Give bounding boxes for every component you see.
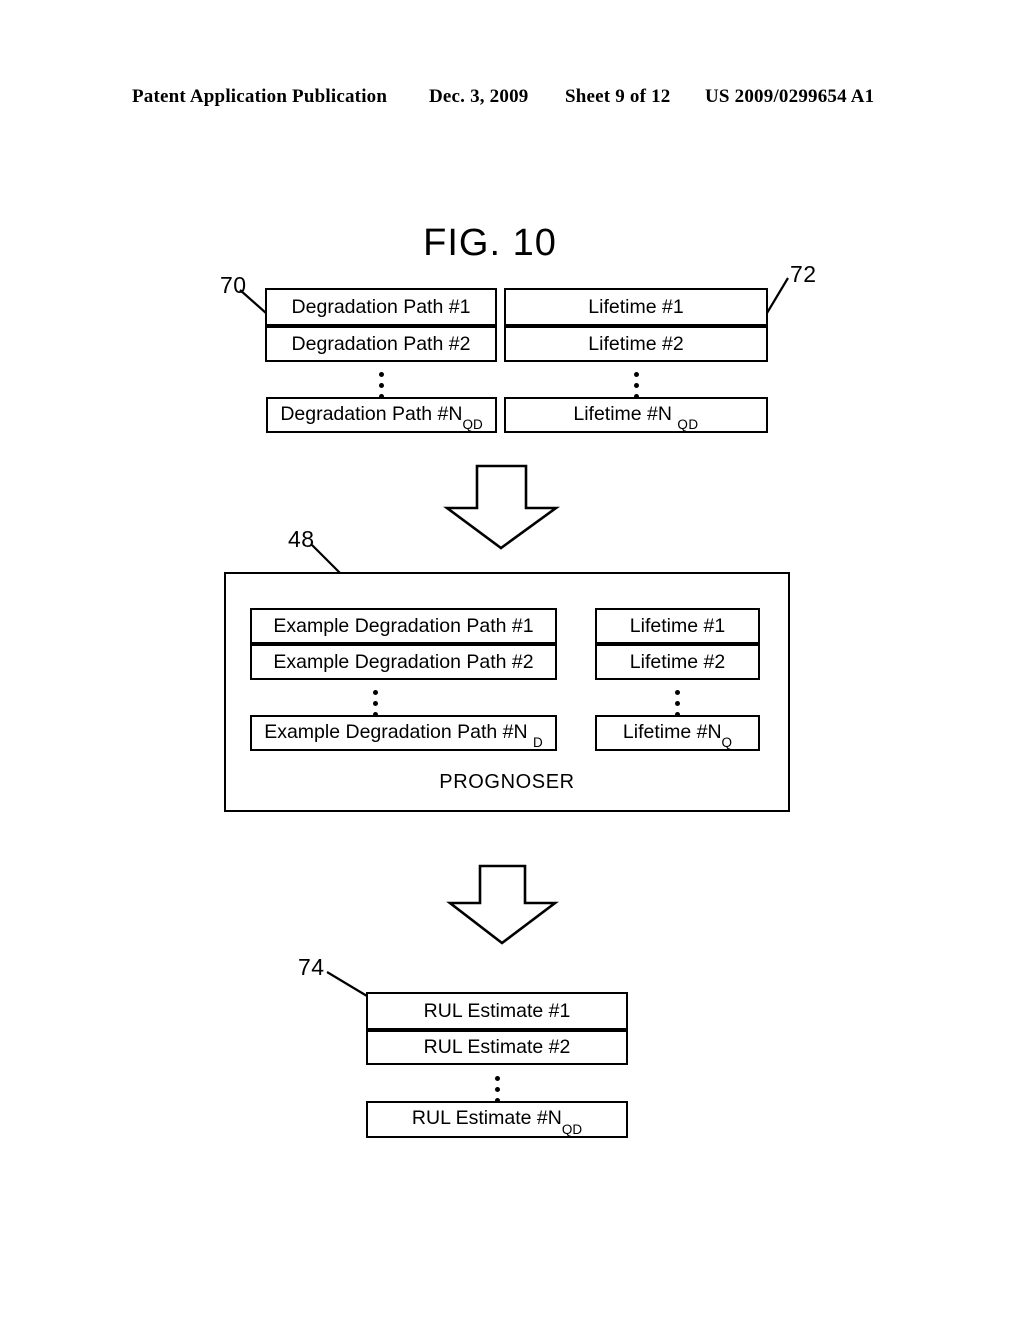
example-degradation-path-row-2: Example Degradation Path #2 — [250, 644, 557, 680]
leader-line-48 — [311, 544, 341, 574]
prognoser-label: PROGNOSER — [439, 771, 575, 793]
lifetime-row-2: Lifetime #2 — [504, 326, 768, 362]
example-degradation-path-row-1-label: Example Degradation Path #1 — [273, 614, 534, 637]
header-date: Dec. 3, 2009 — [429, 86, 529, 107]
degradation-path-row-n: Degradation Path #NQD — [266, 397, 497, 433]
rul-column-ellipsis — [490, 1070, 504, 1103]
ref-numeral-70: 70 — [220, 272, 247, 298]
lifetime-row-1-label: Lifetime #1 — [588, 295, 684, 318]
page-header: Patent Application Publication Dec. 3, 2… — [132, 86, 892, 110]
leader-line-74 — [326, 971, 368, 997]
ref-numeral-74: 74 — [298, 954, 325, 980]
degradation-path-row-n-label: Degradation Path #NQD — [280, 402, 483, 433]
prognoser-lifetime-row-n: Lifetime #NQ — [595, 715, 760, 751]
example-degradation-path-row-n-label: Example Degradation Path #N D — [264, 720, 543, 751]
lifetime-row-2-label: Lifetime #2 — [588, 332, 684, 355]
ref-numeral-48: 48 — [288, 526, 315, 552]
figure-title-text: FIG. 10 — [423, 222, 557, 264]
prognoser-lifetime-row-2-label: Lifetime #2 — [629, 650, 726, 673]
leader-line-72 — [766, 277, 789, 314]
down-arrow-to-prognoser — [443, 464, 560, 550]
degradation-path-row-2: Degradation Path #2 — [265, 326, 497, 362]
lifetime-row-1: Lifetime #1 — [504, 288, 768, 326]
example-degradation-path-row-2-label: Example Degradation Path #2 — [273, 650, 534, 673]
down-arrow-to-rul — [446, 864, 559, 945]
prognoser-lifetime-row-2: Lifetime #2 — [595, 644, 760, 680]
degradation-path-row-2-label: Degradation Path #2 — [291, 332, 471, 355]
rul-estimate-row-2-label: RUL Estimate #2 — [423, 1036, 571, 1058]
rul-estimate-row-2: RUL Estimate #2 — [366, 1030, 628, 1065]
lifetime-row-n-label: Lifetime #N QD — [573, 402, 699, 433]
rul-estimate-row-1: RUL Estimate #1 — [366, 992, 628, 1030]
prognoser-lifetime-column-ellipsis — [670, 684, 684, 717]
degradation-path-row-1: Degradation Path #1 — [265, 288, 497, 326]
header-publication: Patent Application Publication — [132, 86, 388, 107]
example-degradation-path-row-n: Example Degradation Path #N D — [250, 715, 557, 751]
header-patent-number: US 2009/0299654 A1 — [705, 86, 875, 107]
lifetime-row-n: Lifetime #N QD — [504, 397, 768, 433]
rul-estimate-row-n: RUL Estimate #NQD — [366, 1101, 628, 1138]
ref-numeral-72: 72 — [790, 261, 817, 287]
lifetime-column-ellipsis — [629, 366, 643, 399]
prognoser-lifetime-row-1-label: Lifetime #1 — [629, 614, 726, 637]
prognoser-lifetime-row-1: Lifetime #1 — [595, 608, 760, 644]
degradation-column-ellipsis — [374, 366, 388, 399]
rul-estimate-row-n-label: RUL Estimate #NQD — [411, 1107, 583, 1137]
degradation-path-row-1-label: Degradation Path #1 — [291, 295, 471, 318]
prognoser-lifetime-row-n-label: Lifetime #NQ — [622, 720, 733, 751]
figure-title: FIG. 10 — [0, 222, 1024, 265]
example-degradation-path-row-1: Example Degradation Path #1 — [250, 608, 557, 644]
header-sheet: Sheet 9 of 12 — [565, 86, 671, 107]
example-degradation-column-ellipsis — [368, 684, 382, 717]
rul-estimate-row-1-label: RUL Estimate #1 — [423, 999, 571, 1022]
